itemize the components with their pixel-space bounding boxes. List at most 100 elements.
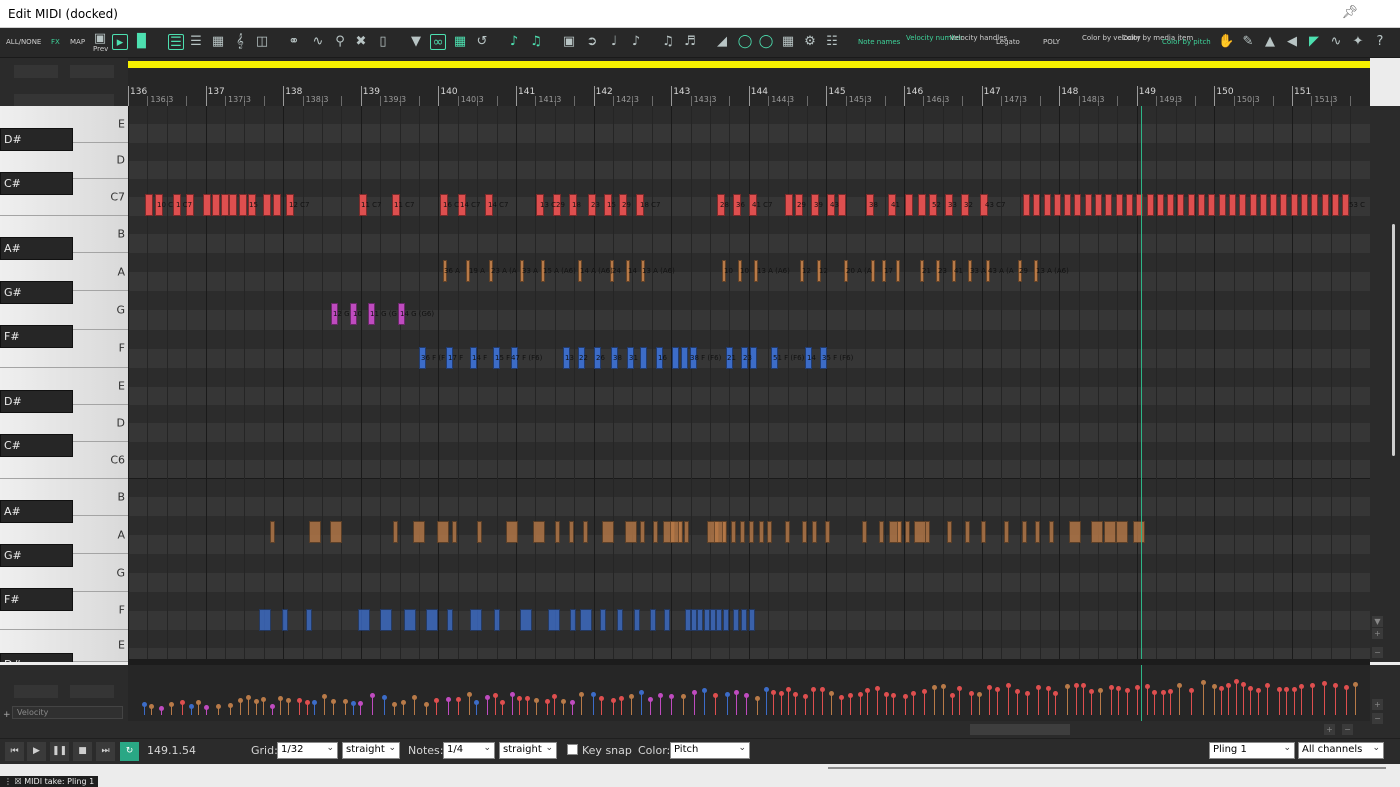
velocity-handle[interactable] — [779, 691, 784, 697]
velocity-handle[interactable] — [803, 693, 808, 699]
midi-note[interactable] — [594, 347, 601, 369]
velocity-handle[interactable] — [1177, 683, 1182, 689]
velocity-handle[interactable] — [1219, 686, 1224, 692]
velocity-handle[interactable] — [839, 694, 844, 700]
velocity-handle[interactable] — [995, 687, 1000, 693]
velocity-handle[interactable] — [1310, 683, 1315, 689]
velocity-handle[interactable] — [1109, 684, 1114, 690]
pin-icon[interactable]: 📌︎ — [1341, 5, 1358, 20]
midi-note[interactable] — [650, 609, 656, 631]
midi-note[interactable] — [359, 194, 367, 216]
midi-note[interactable] — [795, 194, 803, 216]
velocity-handle[interactable] — [793, 692, 798, 698]
midi-note[interactable] — [741, 347, 748, 369]
go-to-start-icon[interactable]: ⏮ — [5, 742, 24, 761]
timeline-ruler[interactable]: 136 137 138 139 140 141 142 143 144 145 146 147 148 1… — [128, 58, 1370, 106]
velocity-handle[interactable] — [950, 692, 955, 698]
midi-note[interactable] — [306, 609, 312, 631]
zoom-out-icon[interactable]: − — [1372, 647, 1383, 658]
black-key[interactable]: D# — [0, 128, 73, 151]
midi-note[interactable] — [827, 194, 835, 216]
midi-note[interactable] — [811, 194, 819, 216]
midi-note[interactable] — [248, 194, 256, 216]
velocity-handle[interactable] — [579, 692, 584, 698]
midi-note[interactable] — [419, 347, 426, 369]
zoom-icon[interactable]: ⚭ — [286, 34, 302, 50]
midi-note[interactable] — [1291, 194, 1298, 216]
velocity-handle[interactable] — [1081, 682, 1086, 688]
velocity-handle[interactable] — [957, 686, 962, 692]
midi-note[interactable] — [961, 194, 969, 216]
playhead-cursor[interactable] — [1141, 106, 1142, 662]
midi-note[interactable] — [684, 521, 689, 543]
velocity-handle[interactable] — [848, 692, 853, 698]
midi-note[interactable] — [925, 521, 930, 543]
midi-note[interactable] — [511, 347, 518, 369]
midi-note[interactable] — [1311, 194, 1318, 216]
midi-note[interactable] — [580, 609, 592, 631]
midi-note[interactable] — [273, 194, 281, 216]
velocity-handle[interactable] — [903, 694, 908, 700]
midi-note[interactable] — [805, 347, 812, 369]
velocity-handle[interactable] — [246, 695, 251, 701]
piano-roll-view-icon[interactable]: ☰ — [168, 34, 184, 50]
poly-toggle[interactable]: POLY — [1043, 38, 1060, 46]
midi-note[interactable] — [1188, 194, 1195, 216]
midi-note[interactable] — [1023, 194, 1030, 216]
velocity-handle[interactable] — [702, 687, 707, 693]
black-key[interactable]: C# — [0, 434, 73, 457]
midi-note[interactable] — [754, 260, 758, 282]
velocity-handle[interactable] — [169, 702, 174, 708]
black-key[interactable]: A# — [0, 500, 73, 523]
velocity-handle[interactable] — [358, 700, 363, 706]
zoom-in-icon[interactable]: + — [1372, 628, 1383, 639]
velocity-number-toggle[interactable]: Velocity number — [906, 34, 963, 42]
black-key[interactable]: C# — [0, 172, 73, 195]
velocity-handle[interactable] — [1006, 683, 1011, 689]
velocity-handle[interactable] — [987, 685, 992, 691]
midi-note[interactable] — [1104, 521, 1116, 543]
select-icon[interactable]: ▣ — [561, 34, 577, 50]
midi-note[interactable] — [640, 521, 645, 543]
wave-icon[interactable]: ∿ — [1328, 34, 1344, 50]
midi-note[interactable] — [173, 194, 181, 216]
midi-note[interactable] — [820, 347, 827, 369]
midi-note[interactable] — [767, 521, 772, 543]
midi-note[interactable] — [1322, 194, 1329, 216]
velocity-handle[interactable] — [312, 699, 317, 705]
velocity-handle[interactable] — [1025, 691, 1030, 697]
piano-keyboard[interactable]: E D C7 B A G F E D C6 B A G F E D# C# A# G# F# D# C# A# G# F# D# — [0, 106, 128, 662]
midi-note[interactable] — [625, 521, 637, 543]
color-by-media-item-toggle[interactable]: Color by media item — [1122, 34, 1193, 42]
midi-note[interactable] — [634, 609, 640, 631]
horizontal-scrollbar[interactable]: + − — [128, 721, 1370, 738]
velocity-handle[interactable] — [786, 686, 791, 692]
midi-note[interactable] — [690, 347, 697, 369]
midi-note[interactable] — [918, 194, 926, 216]
velocity-handle[interactable] — [412, 694, 417, 700]
grid-icon[interactable]: ▦ — [452, 34, 468, 50]
velocity-handle[interactable] — [401, 700, 406, 706]
midi-note[interactable] — [1239, 194, 1246, 216]
midi-note[interactable] — [1198, 194, 1205, 216]
midi-note[interactable] — [636, 194, 644, 216]
event-list-view-icon[interactable]: ▦ — [210, 34, 226, 50]
velocity-handle[interactable] — [228, 703, 233, 709]
velocity-handle[interactable] — [891, 693, 896, 699]
scroll-down-icon[interactable]: ▼ — [1372, 616, 1383, 627]
midi-note[interactable] — [1049, 521, 1054, 543]
midi-note[interactable] — [1342, 194, 1349, 216]
velocity-handle[interactable] — [517, 695, 522, 701]
midi-note[interactable] — [1064, 194, 1071, 216]
midi-note[interactable] — [1147, 194, 1154, 216]
quantize-icon[interactable]: ▯ — [375, 34, 391, 50]
velocity-handle[interactable] — [1161, 690, 1166, 696]
midi-note[interactable] — [1270, 194, 1277, 216]
velocity-handle[interactable] — [619, 695, 624, 701]
midi-note[interactable] — [506, 521, 518, 543]
midi-note[interactable] — [722, 521, 727, 543]
midi-note[interactable] — [749, 194, 757, 216]
lane-zoom-out-icon[interactable]: − — [1372, 713, 1383, 724]
midi-note[interactable] — [309, 521, 321, 543]
midi-note[interactable] — [520, 609, 532, 631]
